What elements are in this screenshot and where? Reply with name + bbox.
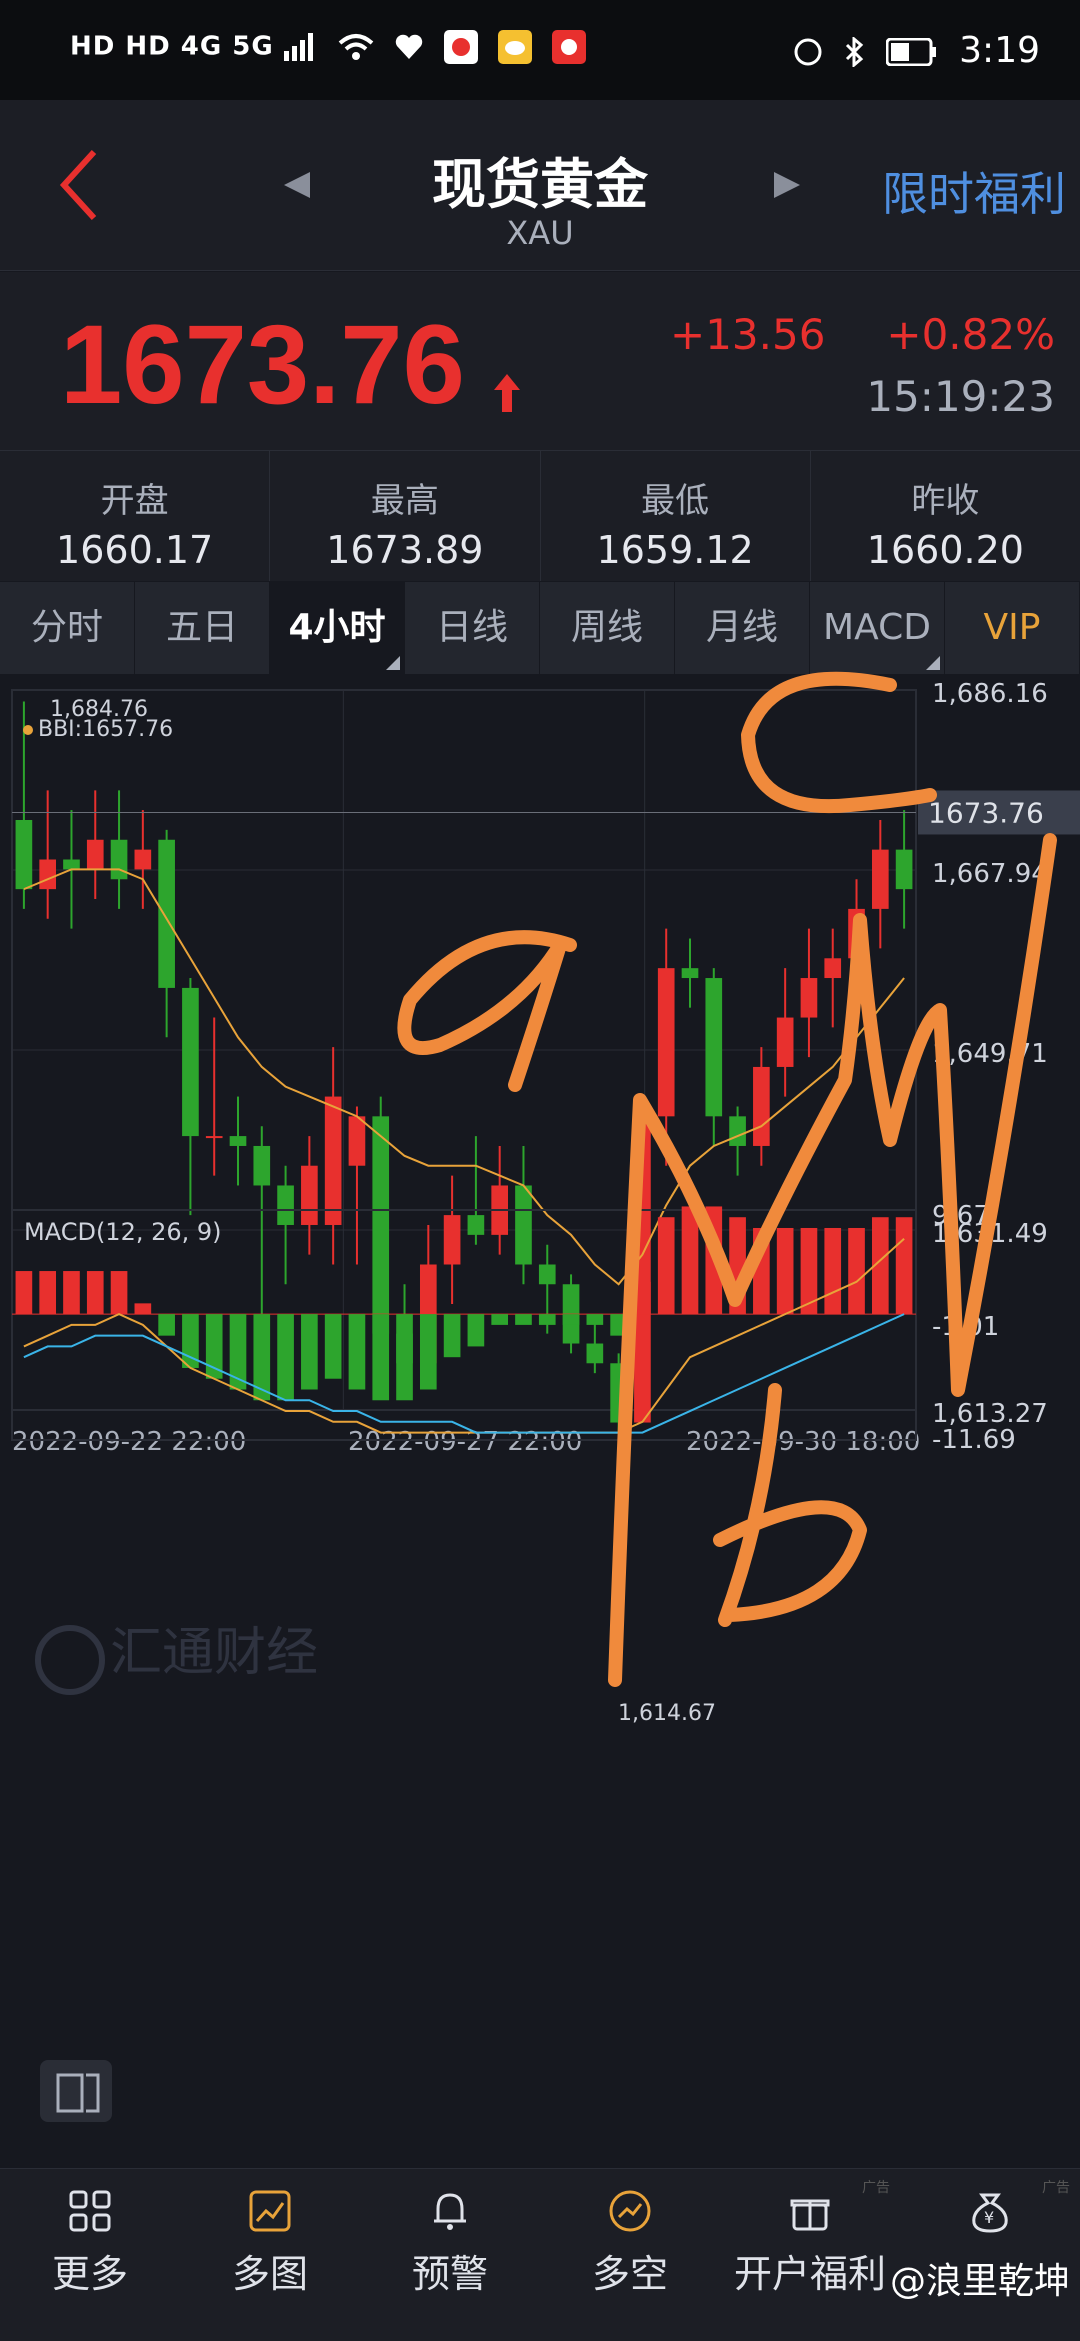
long-short-icon (609, 2190, 651, 2232)
ad-badge: 广告 (862, 2180, 890, 2196)
nav-account-gift[interactable]: 广告 开户福利 (720, 2169, 900, 2341)
nav-label: 更多 (51, 2252, 128, 2296)
annotation-a (397, 930, 577, 1092)
svg-text:¥: ¥ (984, 2208, 994, 2227)
nav-label: 预警 (411, 2252, 488, 2296)
nav-alert[interactable]: 预警 (360, 2169, 540, 2341)
nav-multi-chart[interactable]: 多图 (180, 2169, 360, 2341)
nav-label: 多图 (231, 2252, 308, 2296)
nav-label: 开户福利 (733, 2252, 886, 2296)
grid-icon (69, 2190, 111, 2232)
nav-more[interactable]: 更多 (0, 2169, 180, 2341)
user-watermark: @浪里乾坤 (889, 2261, 1070, 2302)
nav-long-short[interactable]: 多空 (540, 2169, 720, 2341)
multi-chart-icon (249, 2190, 291, 2232)
money-bag-icon: ¥ (972, 2193, 1008, 2233)
ad-badge: 广告 (1042, 2180, 1070, 2196)
annotation-b (713, 1383, 867, 1627)
annotation-overlay (397, 671, 1057, 1687)
gift-icon (790, 2199, 830, 2231)
nav-label: 多空 (591, 2252, 668, 2296)
annotation-wave-line (608, 833, 1057, 1687)
annotation-c (741, 671, 937, 814)
bell-icon (434, 2193, 466, 2230)
